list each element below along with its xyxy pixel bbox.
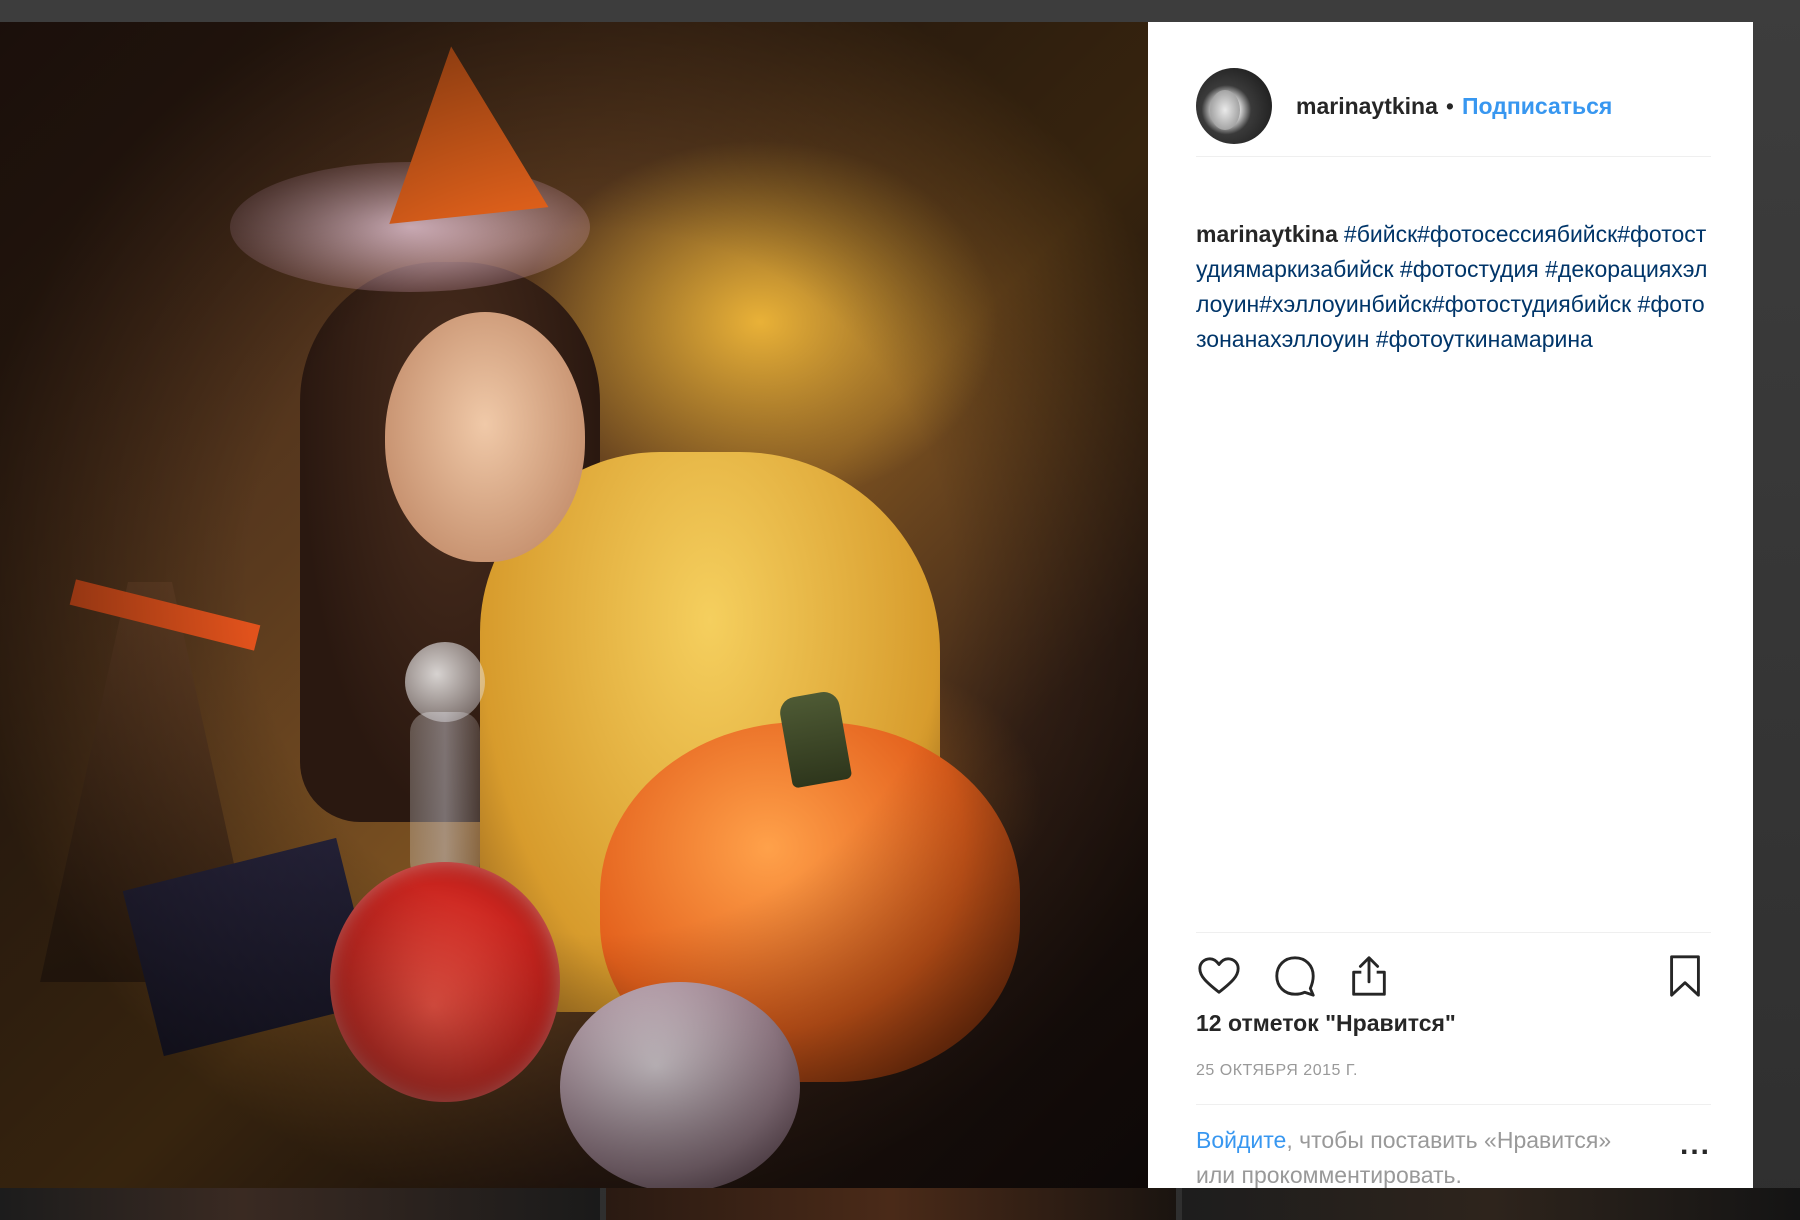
separator-dot: •	[1445, 92, 1454, 119]
header-username-link[interactable]: marinaytkina	[1296, 93, 1438, 120]
post-modal: marinaytkina • Подписаться marinaytkina #…	[0, 22, 1753, 1188]
likes-count[interactable]: 12 отметок "Нравится"	[1196, 1010, 1456, 1037]
more-options-icon[interactable]: ...	[1680, 1130, 1711, 1160]
background-thumbnail[interactable]	[606, 1188, 1176, 1220]
caption-username-link[interactable]: marinaytkina	[1196, 221, 1338, 247]
bookmark-icon[interactable]	[1662, 953, 1708, 999]
share-icon[interactable]	[1346, 953, 1392, 999]
heart-icon[interactable]	[1196, 953, 1242, 999]
avatar[interactable]	[1196, 68, 1272, 144]
post-date[interactable]: 25 ОКТЯБРЯ 2015 Г.	[1196, 1062, 1358, 1080]
follow-button[interactable]: Подписаться	[1462, 93, 1612, 120]
login-prompt: Войдите, чтобы поставить «Нравится» или …	[1196, 1104, 1711, 1189]
action-bar	[1196, 932, 1711, 1013]
post-header: marinaytkina • Подписаться	[1196, 56, 1711, 157]
photo-vignette	[0, 22, 1148, 1188]
comment-icon[interactable]	[1272, 953, 1318, 999]
post-photo[interactable]	[0, 22, 1148, 1188]
background-thumbnail[interactable]	[0, 1188, 600, 1220]
post-caption: marinaytkina #бийск#фотосессиябийск#фотос…	[1196, 217, 1711, 357]
login-link[interactable]: Войдите	[1196, 1127, 1286, 1153]
login-prompt-text: Войдите, чтобы поставить «Нравится» или …	[1196, 1123, 1636, 1193]
post-sidebar: marinaytkina • Подписаться marinaytkina #…	[1148, 22, 1753, 1188]
